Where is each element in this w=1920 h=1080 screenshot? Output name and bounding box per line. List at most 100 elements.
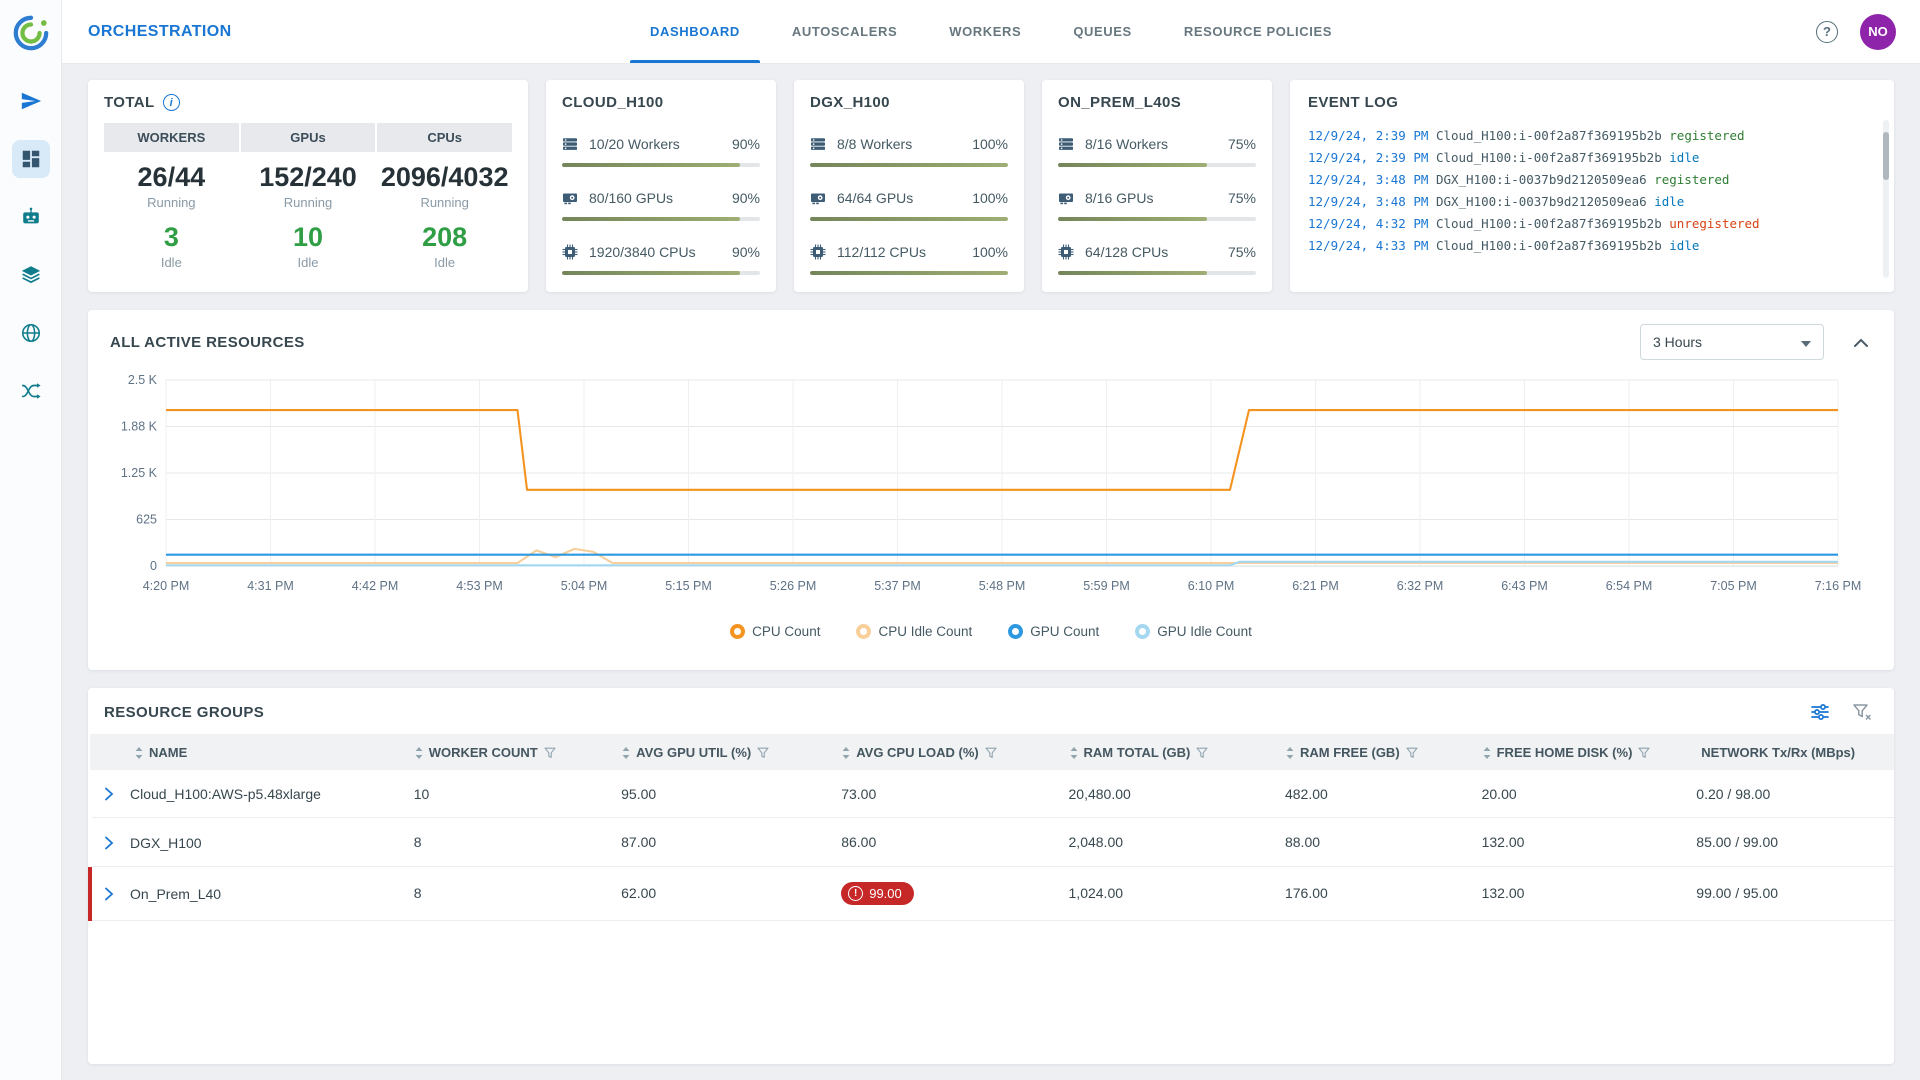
sort-icon[interactable] — [414, 744, 424, 759]
filter-icon[interactable] — [1638, 744, 1650, 759]
tab-queues[interactable]: QUEUES — [1047, 0, 1158, 63]
table-row-dgx-h100[interactable]: DGX_H100887.0086.002,048.0088.00132.0085… — [90, 818, 1894, 866]
active-resources-card: ALL ACTIVE RESOURCES 3 Hours 06251.25 K1… — [88, 310, 1894, 670]
cpu-icon — [1058, 244, 1076, 260]
legend-item-cpu-count[interactable]: CPU Count — [730, 624, 820, 639]
sort-icon[interactable] — [1069, 744, 1079, 759]
legend-item-gpu-count[interactable]: GPU Count — [1008, 624, 1099, 639]
clear-filters-icon[interactable] — [1852, 702, 1872, 722]
sidebar-item-agents[interactable] — [12, 198, 50, 236]
progress-bar — [810, 217, 1008, 221]
alert-value: 99.00 — [869, 886, 902, 901]
idle-value: 10 — [241, 222, 376, 253]
column-label: FREE HOME DISK (%) — [1497, 745, 1633, 760]
metric-percent: 75% — [1228, 244, 1256, 260]
metric-label: 1920/3840 CPUs — [589, 244, 732, 260]
tab-dashboard[interactable]: DASHBOARD — [624, 0, 766, 63]
log-timestamp: 12/9/24, 2:39 PM — [1308, 150, 1428, 165]
idle-label: Idle — [377, 255, 512, 270]
idle-label: Idle — [241, 255, 376, 270]
resource-group-name[interactable]: Cloud_H100:AWS-p5.48xlarge — [130, 786, 321, 802]
resource-group-name[interactable]: On_Prem_L40 — [130, 886, 221, 902]
help-icon[interactable]: ? — [1816, 21, 1838, 43]
column-header-name[interactable]: NAME — [90, 734, 406, 770]
sidebar-item-launch[interactable] — [12, 82, 50, 120]
sidebar-item-queues[interactable] — [12, 256, 50, 294]
collapse-chart-button[interactable] — [1850, 331, 1872, 354]
progress-bar — [562, 217, 760, 221]
avatar[interactable]: NO — [1860, 14, 1896, 50]
log-source: Cloud_H100:i-00f2a87f369195b2b — [1436, 238, 1662, 253]
resource-card-title: CLOUD_H100 — [562, 94, 760, 111]
expand-row-button[interactable] — [104, 887, 122, 901]
svg-text:6:21 PM: 6:21 PM — [1292, 579, 1339, 593]
column-header-worker-count[interactable]: WORKER COUNT — [406, 734, 613, 770]
total-idle-cell: 10 Idle — [241, 222, 376, 270]
pipelines-icon — [20, 380, 42, 402]
metric-row: 64/128 CPUs75% — [1058, 241, 1256, 275]
info-icon[interactable]: i — [163, 94, 180, 111]
metric-row: 1920/3840 CPUs90% — [562, 241, 760, 275]
metric-percent: 100% — [972, 190, 1008, 206]
metric-percent: 75% — [1228, 190, 1256, 206]
filter-icon[interactable] — [1196, 744, 1208, 759]
svg-text:6:32 PM: 6:32 PM — [1397, 579, 1444, 593]
chart-controls: 3 Hours — [1640, 324, 1872, 360]
sidebar-item-dashboard[interactable] — [12, 140, 50, 178]
table-row-on-prem-l40[interactable]: On_Prem_L40862.00!99.001,024.00176.00132… — [90, 866, 1894, 920]
clearml-logo[interactable] — [10, 12, 52, 54]
summary-row: TOTAL i WORKERSGPUsCPUs 26/44Running152/… — [88, 80, 1894, 292]
metric-row: 8/16 Workers75% — [1058, 133, 1256, 167]
cell-value: 73.00 — [833, 770, 1060, 818]
svg-text:4:53 PM: 4:53 PM — [456, 579, 503, 593]
progress-bar — [562, 163, 760, 167]
gpu-icon — [810, 190, 828, 206]
column-header-avg-cpu-load[interactable]: AVG CPU LOAD (%) — [833, 734, 1060, 770]
table-row-cloud-h100-aws-p5-48xlarge[interactable]: Cloud_H100:AWS-p5.48xlarge1095.0073.0020… — [90, 770, 1894, 818]
svg-text:2.5 K: 2.5 K — [128, 373, 158, 387]
sort-icon[interactable] — [621, 744, 631, 759]
metric-label: 8/16 Workers — [1085, 136, 1228, 152]
legend-item-cpu-idle-count[interactable]: CPU Idle Count — [856, 624, 972, 639]
filter-icon[interactable] — [985, 744, 997, 759]
workers-icon — [810, 136, 828, 152]
sort-icon[interactable] — [841, 744, 851, 759]
sidebar-item-pipelines[interactable] — [12, 372, 50, 410]
sidebar-item-resources[interactable] — [12, 314, 50, 352]
column-settings-icon[interactable] — [1810, 702, 1830, 722]
expand-row-button[interactable] — [104, 787, 122, 801]
column-header-avg-gpu-util[interactable]: AVG GPU UTIL (%) — [613, 734, 833, 770]
total-idle-cell: 3Idle — [104, 222, 239, 270]
event-log-scrollbar[interactable] — [1883, 120, 1889, 278]
sort-icon[interactable] — [1482, 744, 1492, 759]
time-range-value: 3 Hours — [1653, 334, 1702, 350]
running-value: 2096/4032 — [377, 162, 512, 193]
filter-icon[interactable] — [544, 744, 556, 759]
tab-resource-policies[interactable]: RESOURCE POLICIES — [1158, 0, 1358, 63]
svg-text:7:16 PM: 7:16 PM — [1815, 579, 1862, 593]
legend-item-gpu-idle-count[interactable]: GPU Idle Count — [1135, 624, 1252, 639]
running-label: Running — [104, 195, 239, 210]
cell-value: 10 — [406, 770, 613, 818]
column-label: RAM TOTAL (GB) — [1084, 745, 1191, 760]
sort-icon[interactable] — [134, 744, 144, 759]
resource-group-name[interactable]: DGX_H100 — [130, 835, 202, 851]
metric-percent: 100% — [972, 244, 1008, 260]
svg-text:5:04 PM: 5:04 PM — [561, 579, 608, 593]
resources-icon — [20, 322, 42, 344]
time-range-select[interactable]: 3 Hours — [1640, 324, 1824, 360]
total-title: TOTAL — [104, 94, 155, 111]
column-header-free-home-disk[interactable]: FREE HOME DISK (%) — [1474, 734, 1689, 770]
tab-workers[interactable]: WORKERS — [923, 0, 1047, 63]
column-header-ram-total-gb[interactable]: RAM TOTAL (GB) — [1061, 734, 1277, 770]
expand-row-button[interactable] — [104, 836, 122, 850]
column-header-ram-free-gb[interactable]: RAM FREE (GB) — [1277, 734, 1474, 770]
legend-label: CPU Idle Count — [878, 624, 972, 639]
filter-icon[interactable] — [1406, 744, 1418, 759]
filter-icon[interactable] — [757, 744, 769, 759]
metric-label: 112/112 CPUs — [837, 244, 972, 260]
scrollbar-thumb[interactable] — [1883, 132, 1889, 180]
sort-icon[interactable] — [1285, 744, 1295, 759]
event-log-entry: 12/9/24, 4:32 PM Cloud_H100:i-00f2a87f36… — [1308, 213, 1876, 235]
tab-autoscalers[interactable]: AUTOSCALERS — [766, 0, 923, 63]
